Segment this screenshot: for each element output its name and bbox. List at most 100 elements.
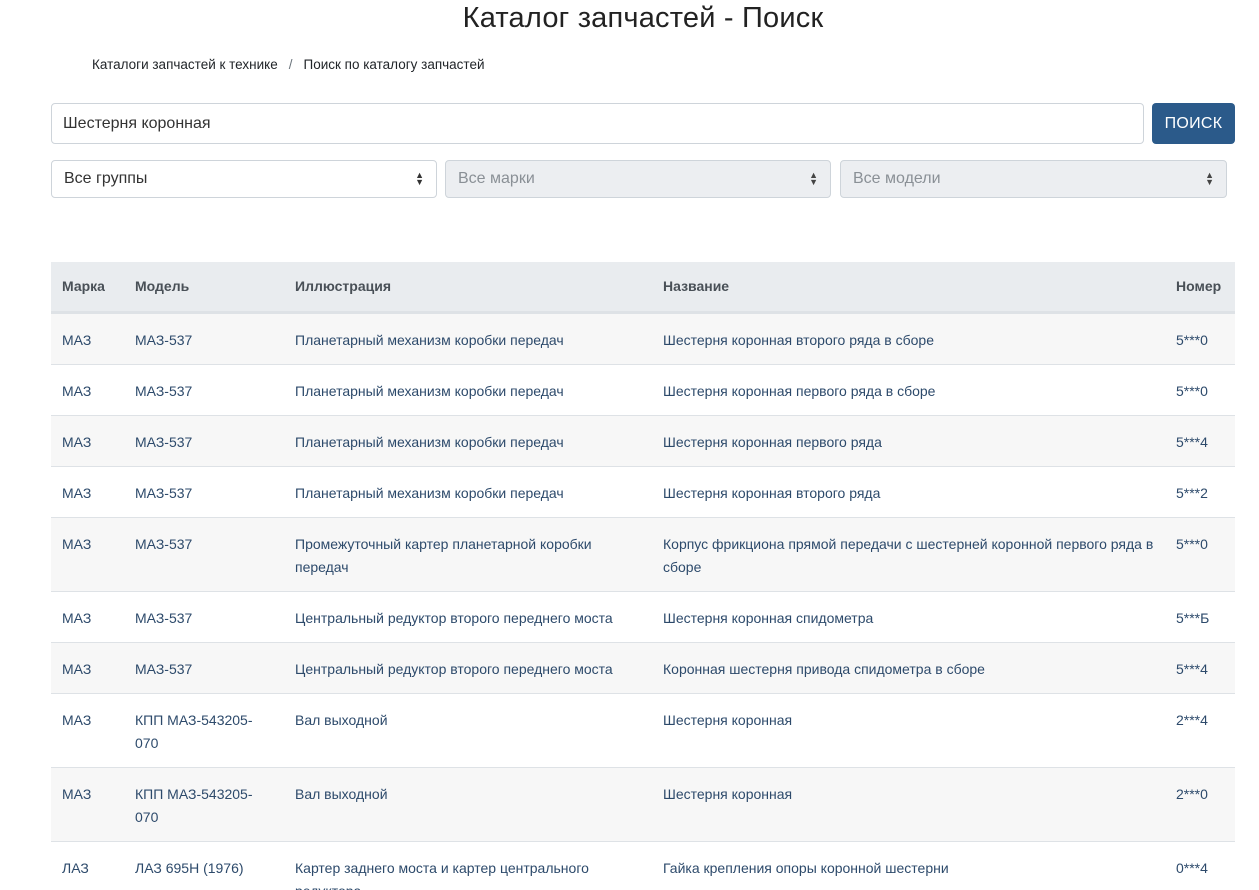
- cell-number-link[interactable]: 5***0: [1176, 536, 1208, 552]
- cell-model-link[interactable]: КПП МАЗ-543205-070: [135, 712, 253, 751]
- table-row[interactable]: МАЗ МАЗ-537 Планетарный механизм коробки п…: [51, 465, 1235, 517]
- cell-brand-link[interactable]: МАЗ: [62, 661, 91, 677]
- cell-name-link[interactable]: Шестерня коронная первого ряда в сборе: [663, 383, 935, 399]
- cell-model: МАЗ-537: [124, 465, 284, 517]
- cell-model-link[interactable]: МАЗ-537: [135, 383, 192, 399]
- cell-number: 5***4: [1165, 641, 1235, 693]
- cell-brand-link[interactable]: МАЗ: [62, 485, 91, 501]
- cell-illustration-link[interactable]: Вал выходной: [295, 712, 388, 728]
- table-header-row: Марка Модель Иллюстрация Название Номер: [51, 262, 1235, 314]
- cell-name: Шестерня коронная: [652, 766, 1165, 841]
- cell-illustration: Центральный редуктор второго переднего м…: [284, 641, 652, 693]
- table-row[interactable]: МАЗ МАЗ-537 Планетарный механизм коробки п…: [51, 414, 1235, 466]
- breadcrumb-item-search: Поиск по каталогу запчастей: [303, 57, 485, 72]
- cell-brand-link[interactable]: МАЗ: [62, 712, 91, 728]
- sort-arrows-icon: ▲ ▼: [809, 170, 818, 187]
- cell-illustration-link[interactable]: Центральный редуктор второго переднего м…: [295, 610, 613, 626]
- brand-select-value: Все марки: [458, 170, 535, 187]
- table-row[interactable]: ЛАЗ ЛАЗ 695Н (1976) Картер заднего моста и…: [51, 840, 1235, 890]
- cell-brand-link[interactable]: МАЗ: [62, 786, 91, 802]
- cell-brand: МАЗ: [51, 641, 124, 693]
- cell-model-link[interactable]: МАЗ-537: [135, 610, 192, 626]
- cell-number-link[interactable]: 5***4: [1176, 661, 1208, 677]
- cell-brand: МАЗ: [51, 766, 124, 841]
- cell-number-link[interactable]: 5***0: [1176, 332, 1208, 348]
- filters: Все группы ▲ ▼ Все марки ▲ ▼ Все модели ▲ ▼: [51, 160, 1227, 198]
- cell-name: Шестерня коронная первого ряда: [652, 414, 1165, 466]
- header-illustration: Иллюстрация: [284, 262, 652, 314]
- cell-number: 2***4: [1165, 692, 1235, 767]
- cell-number: 5***0: [1165, 311, 1235, 364]
- cell-number-link[interactable]: 5***2: [1176, 485, 1208, 501]
- cell-model-link[interactable]: МАЗ-537: [135, 536, 192, 552]
- cell-name-link[interactable]: Шестерня коронная: [663, 712, 792, 728]
- cell-name-link[interactable]: Корпус фрикциона прямой передачи с шесте…: [663, 536, 1153, 575]
- cell-model: МАЗ-537: [124, 641, 284, 693]
- cell-name: Корпус фрикциона прямой передачи с шесте…: [652, 516, 1165, 591]
- model-select-value: Все модели: [853, 170, 941, 187]
- cell-brand: ЛАЗ: [51, 840, 124, 890]
- cell-number-link[interactable]: 2***0: [1176, 786, 1208, 802]
- cell-name-link[interactable]: Шестерня коронная второго ряда: [663, 485, 880, 501]
- cell-model-link[interactable]: МАЗ-537: [135, 434, 192, 450]
- cell-name-link[interactable]: Шестерня коронная: [663, 786, 792, 802]
- brand-select[interactable]: Все марки ▲ ▼: [445, 160, 831, 198]
- cell-brand-link[interactable]: МАЗ: [62, 383, 91, 399]
- cell-illustration-link[interactable]: Картер заднего моста и картер центрально…: [295, 860, 589, 890]
- search-input[interactable]: [51, 103, 1144, 144]
- cell-name: Шестерня коронная спидометра: [652, 590, 1165, 642]
- group-select[interactable]: Все группы ▲ ▼: [51, 160, 437, 198]
- cell-illustration-link[interactable]: Планетарный механизм коробки передач: [295, 434, 564, 450]
- cell-model-link[interactable]: МАЗ-537: [135, 661, 192, 677]
- cell-brand-link[interactable]: МАЗ: [62, 610, 91, 626]
- cell-brand-link[interactable]: ЛАЗ: [62, 860, 89, 876]
- cell-name-link[interactable]: Коронная шестерня привода спидометра в с…: [663, 661, 985, 677]
- table-row[interactable]: МАЗ МАЗ-537 Центральный редуктор второго п…: [51, 590, 1235, 642]
- cell-brand-link[interactable]: МАЗ: [62, 434, 91, 450]
- search-button[interactable]: ПОИСК: [1152, 103, 1235, 144]
- cell-number: 0***4: [1165, 840, 1235, 890]
- cell-illustration: Вал выходной: [284, 766, 652, 841]
- table-row[interactable]: МАЗ КПП МАЗ-543205-070 Вал выходной Шестерн…: [51, 692, 1235, 767]
- cell-number-link[interactable]: 2***4: [1176, 712, 1208, 728]
- cell-brand-link[interactable]: МАЗ: [62, 332, 91, 348]
- breadcrumb-item-catalogs[interactable]: Каталоги запчастей к технике: [92, 57, 278, 72]
- header-number: Номер: [1165, 262, 1235, 314]
- cell-model: МАЗ-537: [124, 590, 284, 642]
- sort-arrows-icon: ▲ ▼: [1205, 170, 1214, 187]
- cell-number-link[interactable]: 5***4: [1176, 434, 1208, 450]
- table-row[interactable]: МАЗ МАЗ-537 Планетарный механизм коробки п…: [51, 311, 1235, 364]
- cell-name-link[interactable]: Шестерня коронная спидометра: [663, 610, 873, 626]
- cell-name-link[interactable]: Шестерня коронная первого ряда: [663, 434, 882, 450]
- cell-name-link[interactable]: Шестерня коронная второго ряда в сборе: [663, 332, 934, 348]
- cell-illustration-link[interactable]: Центральный редуктор второго переднего м…: [295, 661, 613, 677]
- cell-number-link[interactable]: 5***0: [1176, 383, 1208, 399]
- header-brand: Марка: [51, 262, 124, 314]
- search-bar: ПОИСК: [51, 103, 1235, 144]
- cell-model: МАЗ-537: [124, 363, 284, 415]
- cell-number: 5***0: [1165, 516, 1235, 591]
- cell-model-link[interactable]: МАЗ-537: [135, 485, 192, 501]
- page-title: Каталог запчастей - Поиск: [462, 2, 824, 34]
- results-body: МАЗ МАЗ-537 Планетарный механизм коробки п…: [51, 311, 1235, 890]
- cell-brand-link[interactable]: МАЗ: [62, 536, 91, 552]
- cell-illustration-link[interactable]: Планетарный механизм коробки передач: [295, 332, 564, 348]
- table-row[interactable]: МАЗ МАЗ-537 Планетарный механизм коробки п…: [51, 363, 1235, 415]
- table-row[interactable]: МАЗ МАЗ-537 Центральный редуктор второго п…: [51, 641, 1235, 693]
- table-row[interactable]: МАЗ МАЗ-537 Промежуточный картер планетарн…: [51, 516, 1235, 591]
- cell-number-link[interactable]: 0***4: [1176, 860, 1208, 876]
- cell-illustration-link[interactable]: Вал выходной: [295, 786, 388, 802]
- model-select[interactable]: Все модели ▲ ▼: [840, 160, 1227, 198]
- cell-illustration-link[interactable]: Промежуточный картер планетарной коробки…: [295, 536, 592, 575]
- cell-name-link[interactable]: Гайка крепления опоры коронной шестерни: [663, 860, 949, 876]
- cell-model-link[interactable]: КПП МАЗ-543205-070: [135, 786, 253, 825]
- sort-arrows-icon: ▲ ▼: [415, 170, 424, 187]
- cell-illustration-link[interactable]: Планетарный механизм коробки передач: [295, 485, 564, 501]
- cell-illustration-link[interactable]: Планетарный механизм коробки передач: [295, 383, 564, 399]
- cell-number-link[interactable]: 5***Б: [1176, 610, 1209, 626]
- cell-model: КПП МАЗ-543205-070: [124, 766, 284, 841]
- table-row[interactable]: МАЗ КПП МАЗ-543205-070 Вал выходной Шестерн…: [51, 766, 1235, 841]
- cell-model-link[interactable]: МАЗ-537: [135, 332, 192, 348]
- cell-model-link[interactable]: ЛАЗ 695Н (1976): [135, 860, 244, 876]
- cell-name: Шестерня коронная второго ряда в сборе: [652, 311, 1165, 364]
